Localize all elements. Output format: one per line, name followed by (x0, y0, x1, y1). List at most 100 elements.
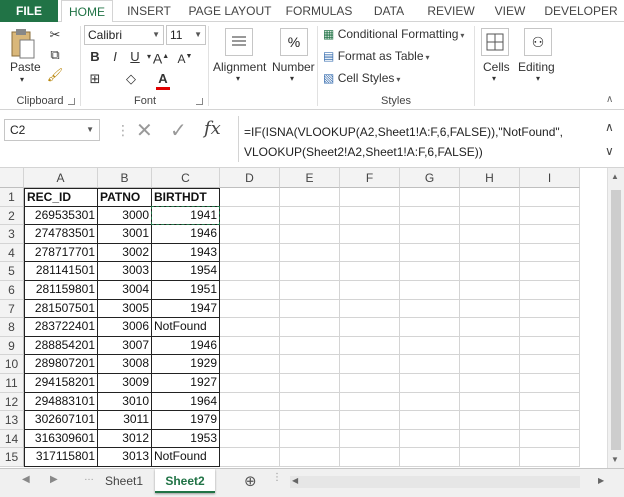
cell-c6[interactable]: 1951 (152, 281, 220, 300)
column-header-g[interactable]: G (400, 168, 460, 188)
cell-h3[interactable] (460, 225, 520, 244)
cell-g7[interactable] (400, 299, 460, 319)
cell-b14[interactable]: 3012 (98, 429, 152, 449)
column-header-e[interactable]: E (280, 168, 340, 188)
number-label[interactable]: Number (272, 60, 315, 74)
sheet-tab-sheet2[interactable]: Sheet2 (155, 469, 215, 493)
row-header-13[interactable]: 13 (0, 411, 24, 430)
bold-button[interactable]: B (86, 48, 104, 66)
cell-a9[interactable]: 288854201 (24, 336, 98, 356)
cell-f7[interactable] (340, 299, 400, 319)
insert-function-button[interactable]: fx (204, 118, 221, 139)
cell-i1[interactable] (520, 188, 580, 207)
cells-icon[interactable] (481, 28, 509, 56)
format-as-table-button[interactable]: ▤ Format as Table ▾ (323, 49, 430, 63)
tab-view[interactable]: VIEW (488, 0, 532, 22)
cell-f14[interactable] (340, 429, 400, 449)
cell-h7[interactable] (460, 299, 520, 319)
cells-dropdown-icon[interactable]: ▾ (492, 74, 496, 83)
cut-icon[interactable]: ✂ (46, 26, 64, 44)
cell-f3[interactable] (340, 225, 400, 244)
cell-a11[interactable]: 294158201 (24, 374, 98, 393)
cell-d8[interactable] (220, 318, 280, 337)
horizontal-scrollbar[interactable] (290, 476, 580, 488)
cell-h11[interactable] (460, 374, 520, 393)
cell-a3[interactable]: 274783501 (24, 225, 98, 244)
number-dropdown-icon[interactable]: ▾ (290, 74, 294, 83)
cell-h15[interactable] (460, 448, 520, 467)
cell-c4[interactable]: 1943 (152, 243, 220, 263)
cell-b12[interactable]: 3010 (98, 392, 152, 412)
cell-styles-button[interactable]: ▧ Cell Styles ▾ (323, 71, 400, 85)
cell-a7[interactable]: 281507501 (24, 299, 98, 319)
column-header-b[interactable]: B (98, 168, 152, 188)
row-header-11[interactable]: 11 (0, 374, 24, 393)
cell-g9[interactable] (400, 336, 460, 356)
column-header-i[interactable]: I (520, 168, 580, 188)
cell-d15[interactable] (220, 448, 280, 467)
row-header-15[interactable]: 15 (0, 448, 24, 467)
collapse-ribbon-icon[interactable]: ∧ (606, 94, 613, 105)
scrollbar-thumb[interactable] (611, 190, 621, 450)
cell-i12[interactable] (520, 392, 580, 412)
copy-icon[interactable]: ⧉ (46, 46, 64, 64)
font-size-box[interactable]: 11 ▼ (166, 25, 206, 45)
cell-h4[interactable] (460, 243, 520, 263)
cell-h13[interactable] (460, 411, 520, 430)
editing-label[interactable]: Editing (518, 60, 555, 74)
scroll-down-icon[interactable]: ▼ (611, 455, 619, 464)
next-sheet-icon[interactable]: ▶ (50, 474, 58, 485)
spreadsheet-grid[interactable]: ABCDEFGHI 1 2 3 4 5 6 7 8 9 10 11 12 13 14 15 REC_ID PA… (0, 168, 624, 468)
cell-d6[interactable] (220, 281, 280, 300)
borders-icon[interactable]: ⊞ (86, 70, 104, 88)
cell-c10[interactable]: 1929 (152, 355, 220, 374)
cell-b6[interactable]: 3004 (98, 281, 152, 300)
cell-c12[interactable]: 1964 (152, 392, 220, 412)
cell-i11[interactable] (520, 374, 580, 393)
cell-c14[interactable]: 1953 (152, 429, 220, 449)
cell-e3[interactable] (280, 225, 340, 244)
cell-f15[interactable] (340, 448, 400, 467)
expand-formula-bar-icon[interactable]: ∧ (605, 120, 614, 134)
cell-h1[interactable] (460, 188, 520, 207)
cell-e5[interactable] (280, 262, 340, 281)
cell-e7[interactable] (280, 299, 340, 319)
cell-d13[interactable] (220, 411, 280, 430)
cell-h8[interactable] (460, 318, 520, 337)
cell-g12[interactable] (400, 392, 460, 412)
cell-g11[interactable] (400, 374, 460, 393)
cell-g2[interactable] (400, 206, 460, 226)
column-header-c[interactable]: C (152, 168, 220, 188)
cell-e6[interactable] (280, 281, 340, 300)
prev-sheet-icon[interactable]: ◀ (22, 474, 30, 485)
italic-button[interactable]: I (106, 48, 124, 66)
increase-font-icon[interactable]: A▲ (152, 48, 170, 67)
cell-d2[interactable] (220, 206, 280, 226)
cell-a15[interactable]: 317115801 (24, 448, 98, 467)
row-header-1[interactable]: 1 (0, 188, 24, 207)
cell-i15[interactable] (520, 448, 580, 467)
cell-d5[interactable] (220, 262, 280, 281)
row-header-6[interactable]: 6 (0, 281, 24, 300)
row-header-4[interactable]: 4 (0, 243, 24, 263)
cell-e14[interactable] (280, 429, 340, 449)
cell-f12[interactable] (340, 392, 400, 412)
cell-i14[interactable] (520, 429, 580, 449)
cell-d11[interactable] (220, 374, 280, 393)
tab-data[interactable]: DATA (364, 0, 414, 22)
cell-e10[interactable] (280, 355, 340, 374)
cell-h6[interactable] (460, 281, 520, 300)
cell-e11[interactable] (280, 374, 340, 393)
cell-a4[interactable]: 278717701 (24, 243, 98, 263)
cell-d4[interactable] (220, 243, 280, 263)
cell-h12[interactable] (460, 392, 520, 412)
cell-a10[interactable]: 289807201 (24, 355, 98, 374)
formula-input[interactable]: =IF(ISNA(VLOOKUP(A2,Sheet1!A:F,6,FALSE))… (244, 122, 596, 162)
tab-review[interactable]: REVIEW (420, 0, 482, 22)
cell-f9[interactable] (340, 336, 400, 356)
scroll-right-icon[interactable]: ▶ (598, 476, 604, 485)
alignment-label[interactable]: Alignment (213, 60, 266, 74)
cell-c1[interactable]: BIRTHDT (152, 188, 220, 207)
number-format-icon[interactable]: % (280, 28, 308, 56)
cell-e12[interactable] (280, 392, 340, 412)
